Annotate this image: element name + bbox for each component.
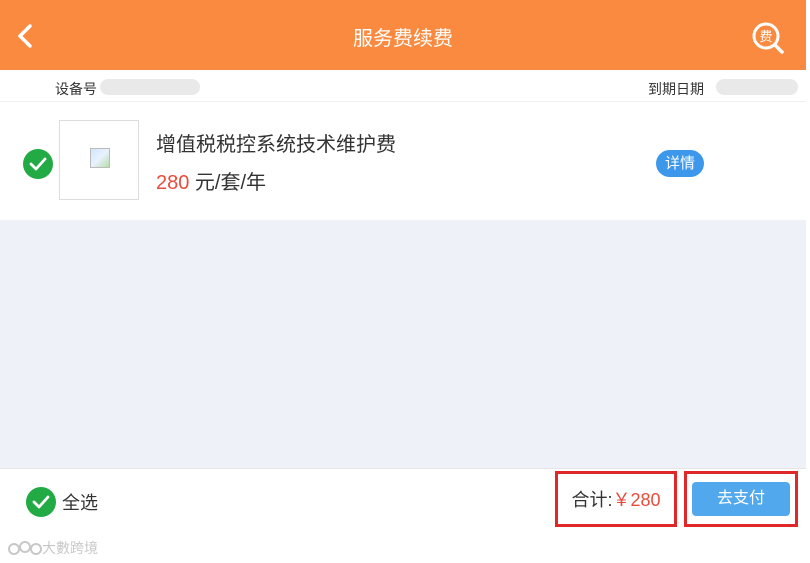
select-all-label: 全选 <box>62 493 98 513</box>
product-thumbnail <box>59 120 139 200</box>
page-title: 服务费续费 <box>353 28 453 50</box>
watermark: 大數跨境 <box>8 538 98 558</box>
select-all-toggle[interactable]: 全选 <box>26 487 98 517</box>
total-label: 合计: <box>571 490 613 510</box>
expiry-date-label: 到期日期 <box>648 81 704 97</box>
price-line: 280 元/套/年 <box>156 166 266 195</box>
price-unit: 元/套/年 <box>189 172 267 194</box>
pay-highlight-frame: 去支付 <box>684 471 798 527</box>
fee-icon-text: 费 <box>759 30 772 45</box>
expiry-date-value-redacted <box>716 79 798 95</box>
list-item: 增值税税控系统技术维护费 280 元/套/年 详情 <box>0 102 806 220</box>
device-info-row: 设备号 到期日期 <box>0 70 806 102</box>
device-number-label: 设备号 <box>55 81 97 97</box>
watermark-logo-icon <box>8 541 42 555</box>
device-number-value-redacted <box>100 79 200 95</box>
detail-button[interactable]: 详情 <box>656 150 704 177</box>
product-price: 280 <box>156 172 190 194</box>
checkout-bar: 全选 合计: ￥280 去支付 <box>0 468 806 530</box>
pay-button[interactable]: 去支付 <box>692 482 790 516</box>
item-check-icon[interactable] <box>23 149 53 179</box>
empty-content-area <box>0 220 806 468</box>
total-value: ￥280 <box>612 490 661 510</box>
fee-search-icon[interactable]: 费 <box>750 20 786 56</box>
watermark-text: 大數跨境 <box>42 540 98 556</box>
product-name: 增值税税控系统技术维护费 <box>156 134 396 156</box>
top-bar: 服务费续费 费 <box>0 0 806 70</box>
total-amount: 合计: ￥280 <box>555 471 677 527</box>
broken-image-icon <box>90 148 110 168</box>
select-all-check-icon[interactable] <box>26 487 56 517</box>
